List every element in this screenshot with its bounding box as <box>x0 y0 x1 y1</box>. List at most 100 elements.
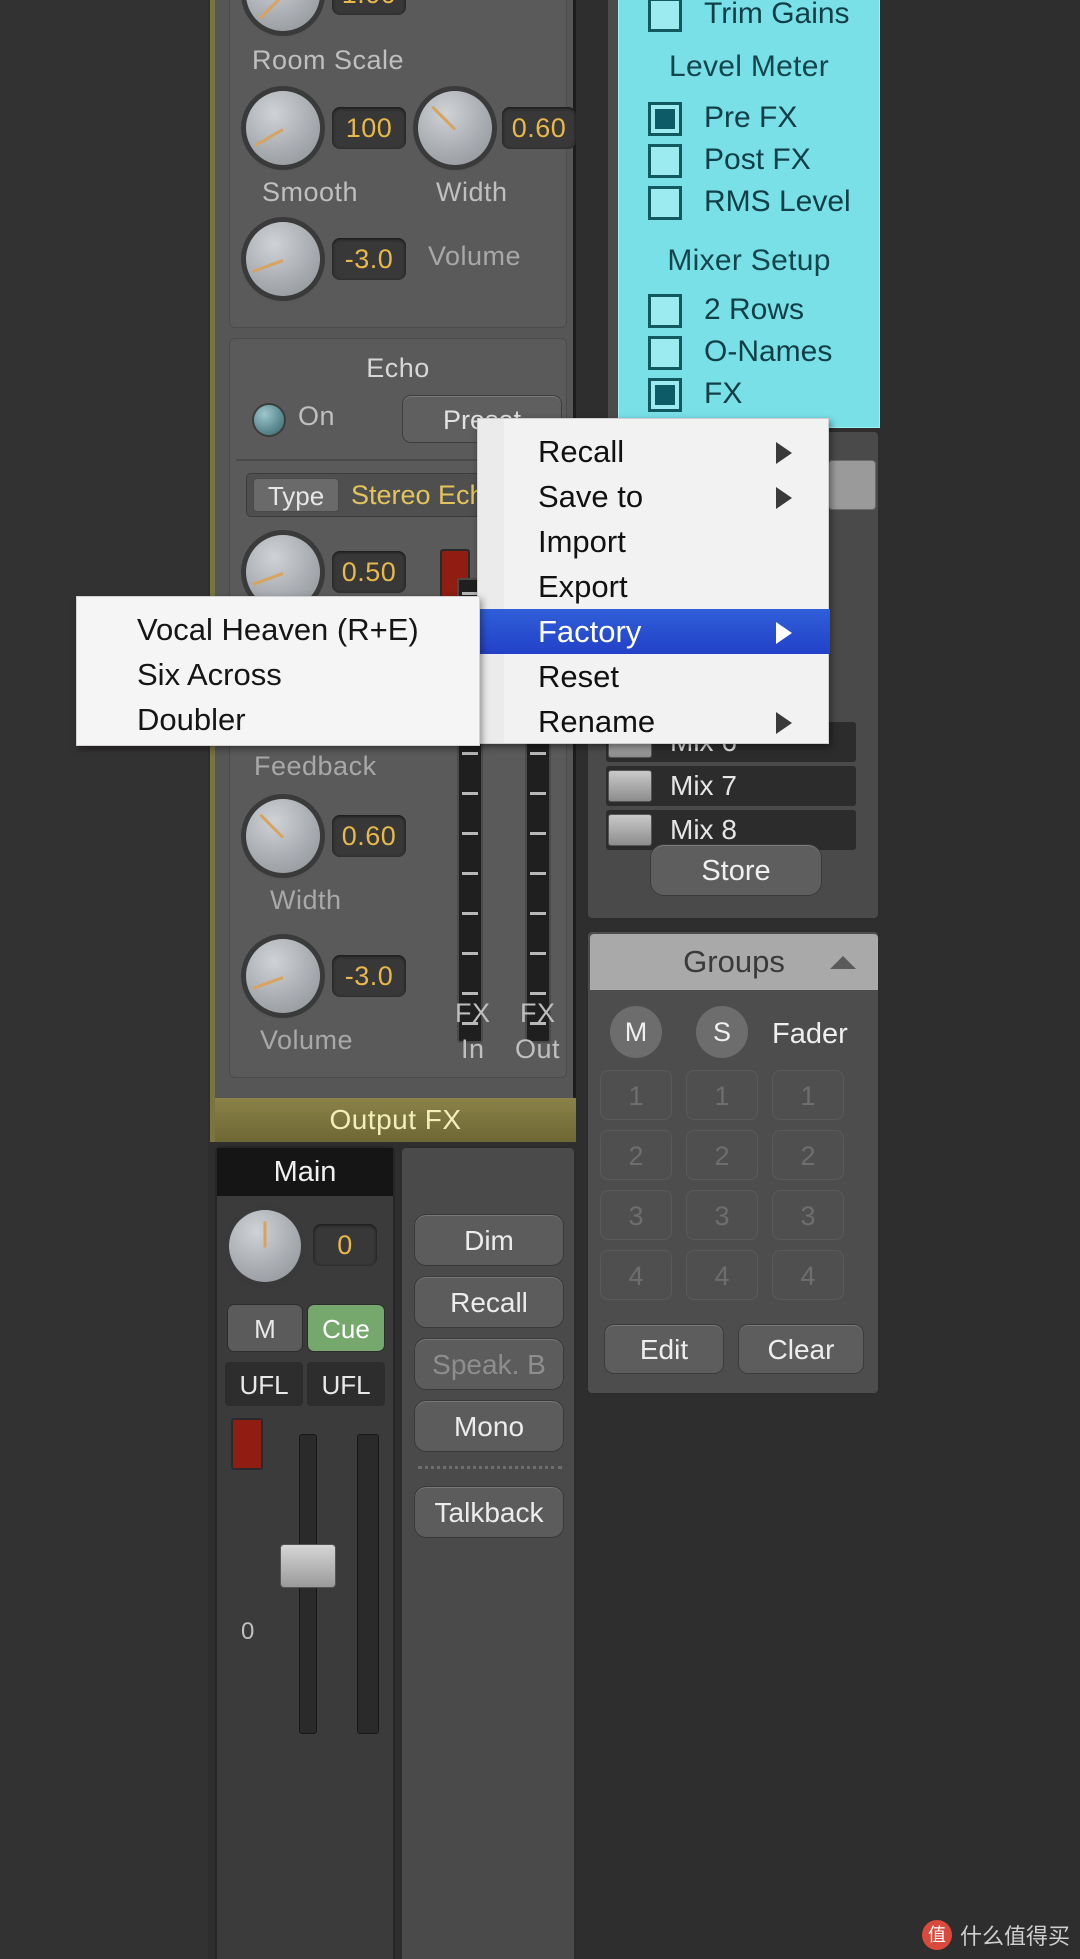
watermark-logo-icon: 值 <box>921 1920 952 1950</box>
watermark-text: 什么值得买 <box>959 1924 1070 1949</box>
menu-item-recall[interactable]: Recall <box>478 429 830 474</box>
groups-clear-button[interactable]: Clear <box>738 1324 864 1374</box>
room-scale-label: Room Scale <box>252 45 405 75</box>
trim-gains-checkbox[interactable] <box>648 0 682 32</box>
submenu-item-doubler[interactable]: Doubler <box>77 697 481 742</box>
group-solo-1[interactable]: 1 <box>686 1070 758 1120</box>
main-level-meter <box>357 1434 379 1734</box>
chevron-right-icon <box>776 622 792 644</box>
group-fader-3[interactable]: 3 <box>772 1190 844 1240</box>
groups-mute-header: M <box>610 1006 662 1058</box>
fx-checkbox[interactable] <box>648 378 682 412</box>
groups-edit-button[interactable]: Edit <box>604 1324 724 1374</box>
group-mute-4[interactable]: 4 <box>600 1250 672 1300</box>
menu-item-export[interactable]: Export <box>478 564 830 609</box>
main-gain-knob[interactable] <box>229 1210 301 1282</box>
post-fx-checkbox[interactable] <box>648 144 682 178</box>
echo-on-led[interactable] <box>254 405 284 435</box>
width-value[interactable]: 0.60 <box>502 107 576 149</box>
dim-button[interactable]: Dim <box>414 1214 564 1266</box>
group-mute-1[interactable]: 1 <box>600 1070 672 1120</box>
speaker-b-button[interactable]: Speak. B <box>414 1338 564 1390</box>
submenu-item-six-across[interactable]: Six Across <box>77 652 481 697</box>
mono-button[interactable]: Mono <box>414 1400 564 1452</box>
echo-delay-value[interactable]: 0.50 <box>332 551 406 593</box>
menu-item-rename[interactable]: Rename <box>478 699 830 744</box>
main-mute-button[interactable]: M <box>227 1304 303 1352</box>
group-solo-4[interactable]: 4 <box>686 1250 758 1300</box>
submenu-item-vocal-heaven[interactable]: Vocal Heaven (R+E) <box>77 607 481 652</box>
reverb-width-label: Width <box>436 177 508 207</box>
group-fader-4[interactable]: 4 <box>772 1250 844 1300</box>
menu-item-label: Recall <box>538 434 625 469</box>
echo-feedback-value[interactable]: 0.60 <box>332 815 406 857</box>
reverb-section: 1.00 Room Scale 100 Smooth 0.60 Width -3… <box>229 0 576 328</box>
group-solo-3[interactable]: 3 <box>686 1190 758 1240</box>
main-ufl-left-button[interactable]: UFL <box>225 1362 303 1406</box>
main-ufl-right-button[interactable]: UFL <box>307 1362 385 1406</box>
smooth-label: Smooth <box>262 177 359 207</box>
width-knob[interactable] <box>418 91 492 165</box>
rms-level-checkbox[interactable] <box>648 186 682 220</box>
output-fx-bar[interactable]: Output FX <box>210 1098 576 1142</box>
echo-type-label: Type <box>253 478 339 512</box>
echo-feedback-label: Feedback <box>254 751 377 781</box>
menu-item-label: Import <box>538 524 626 559</box>
mix-row[interactable]: Mix 7 <box>606 766 856 806</box>
group-solo-2[interactable]: 2 <box>686 1130 758 1180</box>
rms-level-label: RMS Level <box>704 185 851 218</box>
echo-volume-value[interactable]: -3.0 <box>332 955 406 997</box>
group-fader-1[interactable]: 1 <box>772 1070 844 1120</box>
mix-row-label: Mix 7 <box>670 770 737 801</box>
reverb-volume-label: Volume <box>428 241 522 271</box>
echo-volume-knob[interactable] <box>246 939 320 1013</box>
menu-item-reset[interactable]: Reset <box>478 654 830 699</box>
left-gutter <box>0 0 208 1959</box>
fx-out-meter-label-1: FX <box>520 998 556 1028</box>
echo-title: Echo <box>366 353 430 383</box>
groups-fader-header: Fader <box>772 1018 848 1050</box>
fx-in-meter-label-2: In <box>461 1034 485 1064</box>
fx-label: FX <box>704 377 743 410</box>
mix-slider[interactable] <box>608 770 652 802</box>
chevron-right-icon <box>776 442 792 464</box>
main-fader-handle[interactable] <box>280 1544 336 1588</box>
fx-in-meter-label-1: FX <box>455 998 491 1028</box>
room-scale-knob[interactable] <box>246 0 320 31</box>
menu-item-save-to[interactable]: Save to <box>478 474 830 519</box>
group-fader-2[interactable]: 2 <box>772 1130 844 1180</box>
main-cue-button[interactable]: Cue <box>307 1304 385 1352</box>
main-gain-value[interactable]: 0 <box>313 1224 377 1266</box>
chevron-right-icon <box>776 487 792 509</box>
mix-slider[interactable] <box>608 814 652 846</box>
group-mute-2[interactable]: 2 <box>600 1130 672 1180</box>
collapse-chevron-up-icon[interactable] <box>830 956 856 969</box>
main-strip-name[interactable]: Main <box>217 1148 393 1196</box>
reverb-volume-value[interactable]: -3.0 <box>332 238 406 280</box>
monitor-recall-button[interactable]: Recall <box>414 1276 564 1328</box>
talkback-button[interactable]: Talkback <box>414 1486 564 1538</box>
factory-presets-submenu: Vocal Heaven (R+E) Six Across Doubler <box>76 596 480 746</box>
two-rows-label: 2 Rows <box>704 293 805 326</box>
pre-fx-label: Pre FX <box>704 101 798 134</box>
level-meter-heading: Level Meter <box>668 50 830 83</box>
smooth-knob[interactable] <box>246 91 320 165</box>
o-names-checkbox[interactable] <box>648 336 682 370</box>
preset-context-menu: Recall Save to Import Export Factory Res… <box>477 418 830 744</box>
reverb-volume-knob[interactable] <box>246 222 320 296</box>
submenu-item-label: Vocal Heaven (R+E) <box>137 612 419 647</box>
menu-item-label: Reset <box>538 659 619 694</box>
echo-feedback-knob[interactable] <box>246 799 320 873</box>
pre-fx-checkbox[interactable] <box>648 102 682 136</box>
scroll-handle[interactable] <box>828 460 876 510</box>
main-scale-zero: 0 <box>241 1618 255 1645</box>
two-rows-checkbox[interactable] <box>648 294 682 328</box>
smooth-value[interactable]: 100 <box>332 107 406 149</box>
group-mute-3[interactable]: 3 <box>600 1190 672 1240</box>
menu-item-factory[interactable]: Factory <box>478 609 830 654</box>
menu-item-import[interactable]: Import <box>478 519 830 564</box>
monitor-button-column: Dim Recall Speak. B Mono Talkback <box>400 1146 576 1959</box>
room-scale-value[interactable]: 1.00 <box>332 0 406 15</box>
post-fx-label: Post FX <box>704 143 811 176</box>
store-button[interactable]: Store <box>650 844 822 896</box>
